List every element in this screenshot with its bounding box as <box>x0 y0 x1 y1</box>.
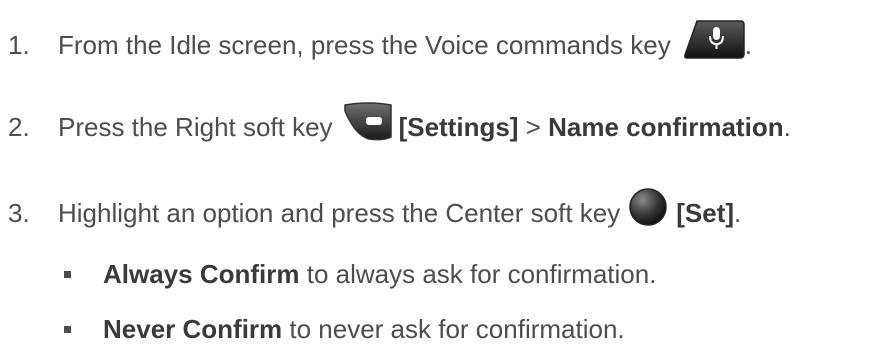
step-number: 2. <box>8 111 30 142</box>
option-text: to never ask for confirmation. <box>282 314 625 344</box>
step-text: From the Idle screen, press the Voice co… <box>58 29 671 60</box>
step-punct: . <box>734 197 742 228</box>
option-always-confirm: Always Confirm to always ask for confirm… <box>64 254 656 294</box>
option-never-confirm: Never Confirm to never ask for confirmat… <box>64 309 625 349</box>
step-2: 2. Press the Right soft key [Settings] >… <box>8 101 791 152</box>
step-1: 1. From the Idle screen, press the Voice… <box>8 18 752 71</box>
right-soft-key-icon <box>343 101 393 152</box>
bullet-icon <box>64 325 71 333</box>
set-label: [Set] <box>676 197 735 228</box>
voice-commands-key-icon <box>683 18 745 71</box>
step-3: 3. Highlight an option and press the Cen… <box>8 187 741 238</box>
name-confirmation-label: Name confirmation <box>548 111 784 142</box>
step-number: 3. <box>8 197 30 228</box>
option-name: Never Confirm <box>103 314 283 344</box>
step-punct: . <box>783 111 791 142</box>
step-text: Press the Right soft key <box>58 111 333 142</box>
center-soft-key-icon <box>628 187 668 238</box>
option-text: to always ask for confirmation. <box>299 259 657 289</box>
step-text: Highlight an option and press the Center… <box>58 197 621 228</box>
step-number: 1. <box>8 29 30 60</box>
bullet-icon <box>64 270 71 278</box>
step-punct: . <box>744 29 752 60</box>
separator: > <box>518 111 549 142</box>
settings-label: [Settings] <box>398 111 519 142</box>
option-name: Always Confirm <box>103 259 300 289</box>
